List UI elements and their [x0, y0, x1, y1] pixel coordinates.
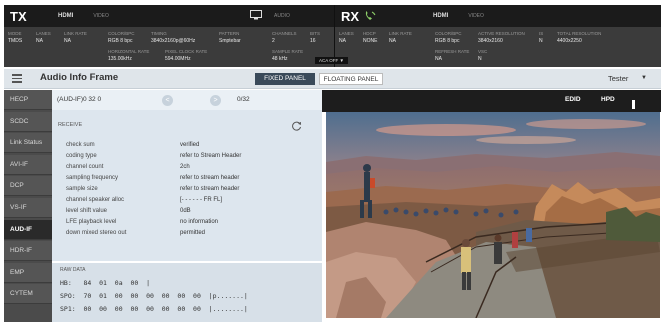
sidebar-item-scdc[interactable]: SCDC: [4, 111, 52, 132]
field-row: sampling frequency refer to stream header: [66, 175, 240, 182]
user-menu[interactable]: Tester: [608, 74, 628, 83]
tx-title-row: TX HDMI VIDEO AUDIO: [4, 5, 334, 27]
tx-field: HORIZONTAL RATE 135.00kHz: [108, 49, 150, 62]
sidebar-item-avi-if[interactable]: AVI-IF: [4, 154, 52, 175]
frame-counter: 0/32: [237, 96, 250, 103]
tx-field: MODE TMDS: [8, 31, 23, 44]
sidebar-item-vs-if[interactable]: VS-IF: [4, 197, 52, 218]
raw-data-line: HB: 84 01 0a 00 |: [60, 279, 151, 287]
frame-nav-row: (AUD-IF)0 32 0 < 0/32 >: [52, 90, 322, 110]
sidebar-item-hdr-if[interactable]: HDR-IF: [4, 241, 52, 262]
tx-badge: TX: [10, 8, 27, 24]
field-row: check sum verified: [66, 142, 200, 149]
refresh-icon[interactable]: [292, 121, 302, 131]
tx-field: BITS 16: [310, 31, 321, 44]
field-row: channel count 2ch: [66, 164, 190, 171]
tx-hdmi-label: HDMI: [58, 13, 74, 19]
monitor-icon[interactable]: [250, 10, 262, 20]
field-row: level shift value 0dB: [66, 207, 191, 214]
tx-status: TX HDMI VIDEO AUDIO MODE TMDS LANES NA LIN…: [4, 5, 334, 67]
tx-field: CHANNELS 2: [272, 31, 297, 44]
video-controls: EDID HPD: [322, 90, 661, 127]
sidebar-item-aud-if[interactable]: AUD-IF: [4, 219, 52, 240]
page-title: Audio Info Frame: [40, 72, 119, 83]
rx-field: COLOR/BPC RGB 8 bpc: [435, 31, 462, 44]
rx-field: LINK RATE NA: [389, 31, 412, 44]
field-row: sample size refer to stream header: [66, 186, 240, 192]
next-button[interactable]: >: [210, 95, 221, 106]
tx-field: LINK RATE NA: [64, 31, 87, 44]
sidebar-item-link-status[interactable]: Link Status: [4, 133, 52, 154]
rx-hdmi-label: HDMI: [433, 13, 449, 19]
field-row: coding type refer to Stream Header: [66, 153, 242, 160]
toolbar: Audio Info Frame FIXED PANEL FLOATING PA…: [4, 69, 661, 89]
field-row: LFE playback level no information: [66, 218, 219, 225]
hpd-button[interactable]: HPD: [601, 96, 615, 103]
chevron-down-icon[interactable]: ▼: [641, 75, 647, 81]
sidebar-item-cytem[interactable]: CYTEM: [4, 284, 52, 305]
rx-status: RX HDMI VIDEO LANES NA HDCP NONE LINK RATE…: [334, 5, 661, 67]
rx-badge: RX: [341, 8, 360, 24]
rx-field: REFRESH RATE NA: [435, 49, 470, 62]
rx-field: VSC N: [478, 49, 488, 62]
tx-fields: MODE TMDS LANES NA LINK RATE NA COLOR/BPC RG…: [4, 27, 334, 67]
tx-field: LANES NA: [36, 31, 51, 44]
tx-audio-label: AUDIO: [274, 13, 290, 19]
tx-field: COLOR/BPC RGB 8 bpc: [108, 31, 135, 44]
tab-fixed-panel[interactable]: FIXED PANEL: [255, 73, 315, 85]
sidebar: HECP SCDC Link Status AVI-IF DCP VS-IF A…: [4, 90, 52, 322]
canyon-photo: [326, 112, 660, 318]
rx-field: ACTIVE RESOLUTION 3840x2160: [478, 31, 525, 44]
aca-toggle[interactable]: ACA OFF ▼: [315, 57, 348, 64]
tx-video-label: VIDEO: [93, 13, 109, 19]
tx-field: TIMING 3840x2160p@60Hz: [151, 31, 196, 44]
rx-field: LANES NA: [339, 31, 354, 44]
tab-floating-panel[interactable]: FLOATING PANEL: [319, 73, 383, 85]
menu-icon[interactable]: [12, 74, 22, 83]
field-row: down mixed stereo out permitted: [66, 229, 206, 236]
sidebar-item-hecp[interactable]: HECP: [4, 90, 52, 110]
raw-data-line: SP1: 00 00 00 00 00 00 00 00 |........|: [60, 305, 248, 313]
tx-field: SAMPLE RATE 48 kHz: [272, 49, 304, 62]
video-preview: [326, 112, 660, 318]
info-fields: check sum verified coding type refer to St…: [66, 140, 316, 238]
rx-field: HDCP NONE: [363, 31, 378, 44]
pause-icon[interactable]: [632, 96, 640, 127]
rx-field: IS N: [539, 31, 544, 44]
field-row: channel speaker alloc [- - - - - - FR FL]: [66, 196, 222, 203]
frame-id: (AUD-IF)0 32 0: [57, 96, 102, 103]
section-title: RECEIVE: [58, 122, 83, 128]
rx-fields: LANES NA HDCP NONE LINK RATE NA COLOR/BPC RG…: [335, 27, 661, 67]
info-panel: (AUD-IF)0 32 0 < 0/32 > RECEIVE check su…: [52, 90, 322, 322]
prev-button[interactable]: <: [162, 95, 173, 106]
edid-button[interactable]: EDID: [565, 96, 581, 103]
phone-icon[interactable]: [363, 10, 377, 22]
sidebar-item-emp[interactable]: EMP: [4, 262, 52, 283]
tx-field: PATTERN Smptebar: [219, 31, 241, 44]
sidebar-item-dcp[interactable]: DCP: [4, 176, 52, 197]
rx-video-label: VIDEO: [468, 13, 484, 19]
rx-title-row: RX HDMI VIDEO: [335, 5, 661, 27]
raw-data-line: SPO: 70 01 00 00 00 00 00 00 |p.......|: [60, 292, 248, 300]
raw-data-title: RAW DATA: [60, 267, 86, 273]
raw-data-panel: RAW DATA HB: 84 01 0a 00 | SPO: 70 01 00…: [52, 263, 322, 322]
rx-field: TOTAL RESOLUTION 4400x2250: [557, 31, 602, 44]
tx-field: PIXEL CLOCK RATE 594.00MHz: [165, 49, 208, 62]
